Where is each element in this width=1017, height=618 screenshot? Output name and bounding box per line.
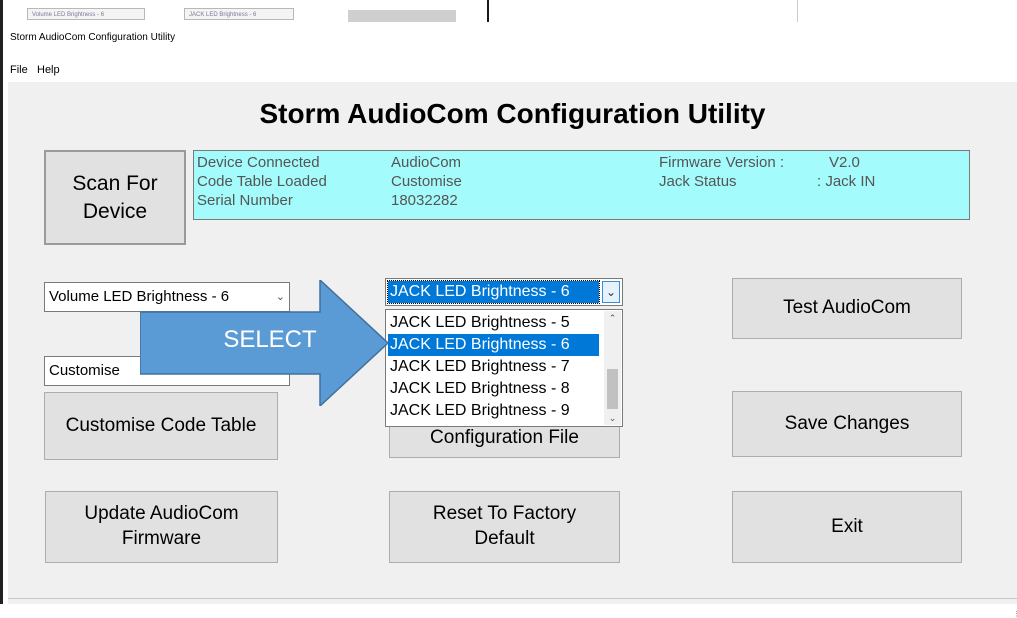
status-divider [8,598,1017,599]
window-title: Storm AudioCom Configuration Utility [10,32,176,43]
dropdown-option-selected[interactable]: JACK LED Brightness - 6 [388,334,599,356]
scroll-thumb[interactable] [607,369,618,409]
reset-line2: Default [474,528,535,549]
code-table-label: Code Table Loaded [197,173,327,190]
jack-brightness-dropdown: JACK LED Brightness - 5 JACK LED Brightn… [385,309,623,427]
code-table-select-value: Customise [49,362,120,379]
menu-bar: File Help [8,56,1017,82]
scan-button-line1: Scan For [72,172,158,196]
update-firmware-button[interactable]: Update AudioCom Firmware [45,491,278,563]
jack-brightness-select[interactable]: JACK LED Brightness - 6 ⌄ [385,278,623,306]
resize-grip-icon[interactable]: ⋮ [1013,610,1017,618]
chevron-down-icon[interactable]: ⌄ [602,281,620,303]
firmware-version-label: Firmware Version : [659,154,785,171]
scroll-down-icon[interactable]: ⌄ [604,411,621,425]
jack-status-label: Jack Status [659,173,737,190]
page-title: Storm AudioCom Configuration Utility [259,98,766,129]
dropdown-option[interactable]: JACK LED Brightness - 9 [388,400,599,422]
device-connected-label: Device Connected [197,154,320,171]
dropdown-scrollbar[interactable]: ⌃ ⌄ [604,311,621,425]
jack-brightness-value: JACK LED Brightness - 6 [387,280,600,304]
jack-status-value: : Jack IN [817,173,876,190]
title-bar: Storm AudioCom Configuration Utility [8,22,1017,56]
background-tab-volume: Volume LED Brightness - 6 [27,8,145,20]
configuration-file-label: Configuration File [430,426,579,448]
exit-button[interactable]: Exit [732,491,962,563]
menu-file[interactable]: File [10,64,28,76]
menu-help[interactable]: Help [37,64,60,76]
update-firmware-line2: Firmware [121,528,202,549]
device-info-panel: Device Connected Code Table Loaded Seria… [193,150,970,220]
background-bar [348,10,456,22]
serial-number-label: Serial Number [197,192,293,209]
dropdown-option[interactable]: JACK LED Brightness - 7 [388,356,599,378]
window-edge [0,0,3,604]
scan-for-device-button[interactable]: Scan For Device [44,150,186,245]
device-connected-value: AudioCom [391,154,462,171]
dropdown-option[interactable]: JACK LED Brightness - 8 [388,378,599,400]
dropdown-option[interactable]: JACK LED Brightness - 5 [388,312,599,334]
reset-factory-default-button[interactable]: Reset To Factory Default [389,491,620,563]
background-divider [487,0,489,22]
test-audiocom-button[interactable]: Test AudioCom [732,278,962,339]
code-table-value: Customise [391,173,462,190]
save-changes-button[interactable]: Save Changes [732,391,962,457]
update-firmware-line1: Update AudioCom [84,503,239,525]
background-divider-light [797,0,798,22]
scan-button-line2: Device [82,199,148,223]
scroll-up-icon[interactable]: ⌃ [604,311,621,325]
background-window-strip: Volume LED Brightness - 6 JACK LED Brigh… [0,0,1017,22]
background-tab-jack: JACK LED Brightness - 6 [184,8,294,20]
reset-line1: Reset To Factory [432,503,577,525]
serial-number-value: 18032282 [391,192,458,209]
firmware-version-value: V2.0 [829,154,860,171]
select-annotation-label: SELECT [223,326,317,353]
